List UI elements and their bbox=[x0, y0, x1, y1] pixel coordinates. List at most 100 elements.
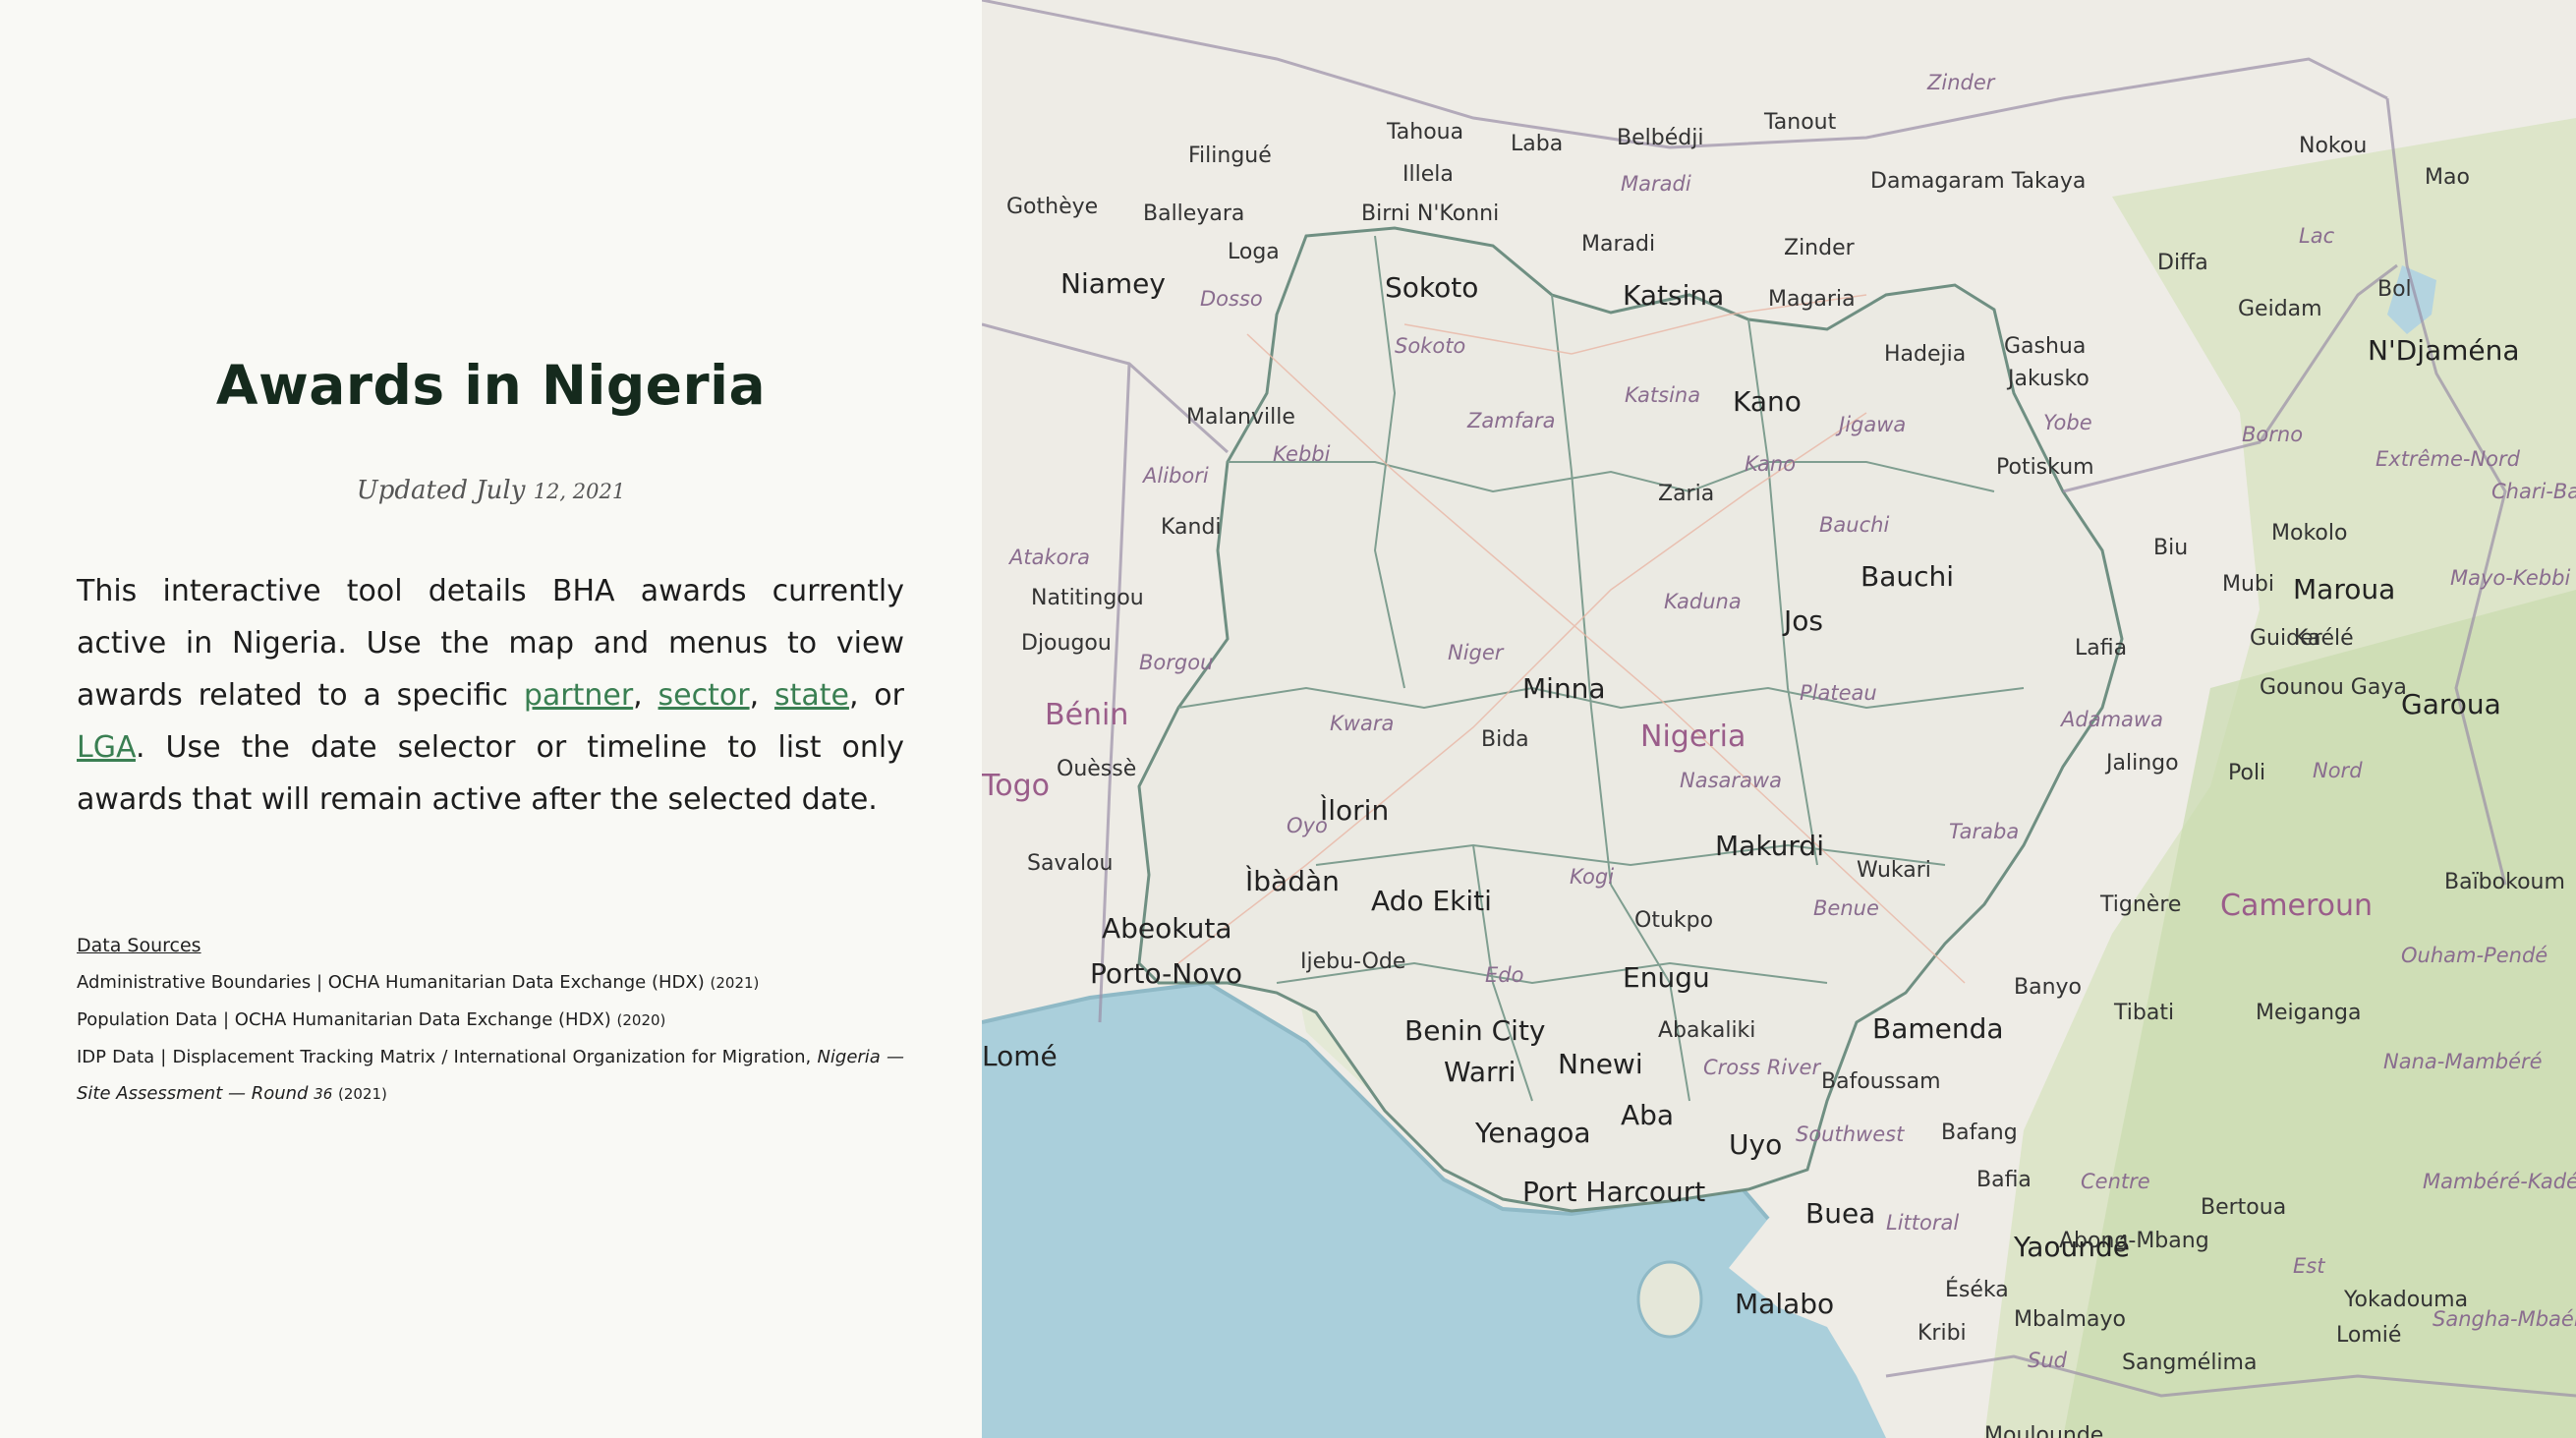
updated-prefix: Updated July bbox=[356, 476, 526, 505]
map-label: Abeokuta bbox=[1102, 912, 1232, 945]
lga-link[interactable]: LGA bbox=[77, 730, 136, 765]
data-sources: Data Sources Administrative Boundaries |… bbox=[77, 928, 904, 1113]
map-label: Makurdi bbox=[1715, 830, 1824, 862]
map-label: Jos bbox=[1784, 604, 1823, 637]
map-label: Mokolo bbox=[2271, 521, 2348, 546]
sidebar-panel: Awards in Nigeria Updated July 12, 2021 … bbox=[0, 0, 982, 1438]
map-label: Mambéré-Kadéï bbox=[2423, 1170, 2576, 1193]
source-text: Administrative Boundaries | OCHA Humanit… bbox=[77, 972, 705, 993]
map-label: Kebbi bbox=[1273, 442, 1331, 466]
map-label: Benin City bbox=[1404, 1014, 1546, 1047]
map-view[interactable]: Tahoua Laba Belbédji Tanout Zinder Filingué Il… bbox=[982, 0, 2576, 1438]
map-label: Mao bbox=[2425, 165, 2470, 190]
map-label: Abong-Mbang bbox=[2059, 1229, 2209, 1253]
source-text: IDP Data | Displacement Tracking Matrix … bbox=[77, 1047, 812, 1067]
map-label: Bafia bbox=[1976, 1168, 2032, 1192]
map-label: Warri bbox=[1444, 1056, 1517, 1088]
map-label: Ijebu-Ode bbox=[1300, 949, 1406, 974]
map-label: Ouham-Pendé bbox=[2401, 944, 2548, 967]
map-label: Sangmélima bbox=[2122, 1351, 2258, 1375]
map-label: Sangha-Mbaéré bbox=[2433, 1307, 2576, 1331]
partner-link[interactable]: partner bbox=[524, 678, 633, 713]
map-label: Atakora bbox=[1009, 546, 1090, 569]
map-label: Djougou bbox=[1021, 631, 1112, 656]
map-label: Nasarawa bbox=[1680, 769, 1782, 792]
map-label: Mubi bbox=[2222, 572, 2275, 597]
map-label: Éséka bbox=[1945, 1278, 2009, 1302]
map-label: Cameroun bbox=[2220, 889, 2374, 923]
map-label: Tibati bbox=[2114, 1001, 2175, 1025]
map-label: Kwara bbox=[1330, 712, 1395, 735]
map-label: Borgou bbox=[1139, 651, 1214, 674]
map-label: Edo bbox=[1485, 963, 1524, 987]
map-label: Tanout bbox=[1764, 110, 1837, 135]
map-label: Tignère bbox=[2100, 892, 2182, 917]
map-label: Buea bbox=[1805, 1197, 1876, 1230]
map-label: Bida bbox=[1481, 727, 1529, 752]
data-sources-heading: Data Sources bbox=[77, 935, 201, 956]
map-label: Damagaram Takaya bbox=[1870, 169, 2087, 194]
map-label: Bertoua bbox=[2201, 1195, 2287, 1220]
source-year: (2021) bbox=[710, 974, 760, 992]
map-label: Borno bbox=[2242, 423, 2304, 446]
map-label: Bol bbox=[2377, 277, 2412, 302]
map-label: Zinder bbox=[1927, 71, 1995, 94]
state-link[interactable]: state bbox=[774, 678, 849, 713]
source-item: Administrative Boundaries | OCHA Humanit… bbox=[77, 964, 904, 1002]
intro-separator: , or bbox=[848, 678, 904, 713]
map-label: Zamfara bbox=[1467, 409, 1556, 432]
map-label: Togo bbox=[982, 769, 1050, 803]
map-label: Jalingo bbox=[2106, 751, 2179, 776]
map-label: Filingué bbox=[1188, 144, 1272, 168]
map-label: Zinder bbox=[1784, 236, 1855, 260]
intro-separator: , bbox=[749, 678, 774, 713]
map-label: Jakusko bbox=[2008, 367, 2089, 391]
map-label: Nana-Mambéré bbox=[2383, 1050, 2543, 1073]
map-label: Ouèssè bbox=[1057, 757, 1137, 781]
map-label: Lafia bbox=[2075, 636, 2128, 661]
map-label: Hadejia bbox=[1884, 342, 1967, 367]
sector-link[interactable]: sector bbox=[658, 678, 750, 713]
map-label: Geidam bbox=[2238, 297, 2322, 321]
map-label: Kribi bbox=[1918, 1321, 1967, 1346]
map-label: Littoral bbox=[1886, 1211, 1960, 1235]
map-label: Mbalmayo bbox=[2014, 1307, 2126, 1332]
map-label: Lomié bbox=[2336, 1323, 2402, 1348]
map-label: Kaduna bbox=[1664, 590, 1742, 613]
map-label: Jigawa bbox=[1839, 413, 1907, 436]
map-label: Zaria bbox=[1658, 482, 1715, 506]
map-label: Niamey bbox=[1060, 267, 1166, 300]
map-label: Magaria bbox=[1768, 287, 1856, 312]
map-label: Illela bbox=[1402, 162, 1454, 187]
map-label: Aba bbox=[1621, 1099, 1675, 1131]
map-label: Taraba bbox=[1949, 820, 2020, 843]
map-label: Sokoto bbox=[1395, 334, 1466, 358]
map-label: Yenagoa bbox=[1475, 1117, 1591, 1149]
intro-text-2: . Use the date selector or timeline to l… bbox=[77, 730, 904, 817]
map-label: Otukpo bbox=[1634, 908, 1714, 933]
updated-date-value: 12, 2021 bbox=[533, 480, 626, 503]
source-year: (2021) bbox=[338, 1085, 387, 1103]
intro-paragraph: This interactive tool details BHA awards… bbox=[77, 565, 904, 826]
map-label: Laba bbox=[1511, 132, 1564, 156]
map-label: Kandi bbox=[1161, 515, 1222, 540]
map-label: Balleyara bbox=[1143, 201, 1245, 226]
map-label: Birni N'Konni bbox=[1361, 201, 1500, 226]
map-label: Natitingou bbox=[1031, 586, 1144, 610]
map-label: Gashua bbox=[2004, 334, 2087, 359]
map-label: Nnewi bbox=[1558, 1048, 1643, 1080]
map-label: Malanville bbox=[1186, 405, 1295, 430]
intro-separator: , bbox=[633, 678, 658, 713]
map-label: Dosso bbox=[1200, 287, 1263, 311]
map-label: Niger bbox=[1448, 641, 1504, 664]
map-label: Mayo-Kebbi Est bbox=[2450, 566, 2576, 590]
map-label: Benue bbox=[1813, 896, 1879, 920]
map-label: Ìbàdàn bbox=[1245, 865, 1340, 897]
source-item: Population Data | OCHA Humanitarian Data… bbox=[77, 1002, 904, 1039]
map-label: Malabo bbox=[1735, 1288, 1835, 1320]
map-label: Biu bbox=[2153, 536, 2189, 560]
map-label: Adamawa bbox=[2061, 708, 2163, 731]
map-label: Garoua bbox=[2401, 688, 2501, 720]
map-label: Bafang bbox=[1941, 1121, 2018, 1145]
map-label: Gothèye bbox=[1006, 195, 1099, 219]
